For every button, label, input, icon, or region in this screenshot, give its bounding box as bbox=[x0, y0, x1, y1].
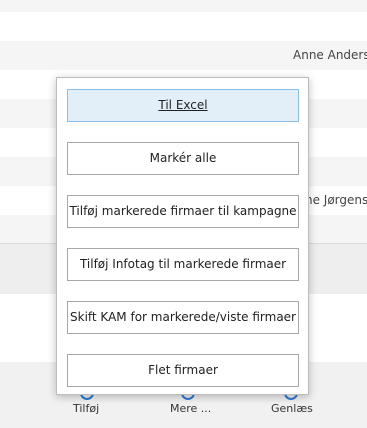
list-row[interactable] bbox=[0, 12, 367, 41]
actions-popup-menu: Til Excel Markér alle Tilføj markerede f… bbox=[56, 77, 309, 395]
toolbar-reload-button[interactable]: Genlæs bbox=[271, 402, 313, 415]
toolbar-more-button[interactable]: Mere ... bbox=[170, 402, 211, 415]
toolbar-add-button[interactable]: Tilføj bbox=[73, 402, 99, 415]
merge-companies-button[interactable]: Flet firmaer bbox=[67, 354, 299, 387]
add-selected-to-campaign-button[interactable]: Tilføj markerede firmaer til kampagne bbox=[67, 195, 299, 228]
add-infotag-button[interactable]: Tilføj Infotag til markerede firmaer bbox=[67, 248, 299, 281]
list-row[interactable] bbox=[0, 0, 367, 12]
row-contact-name: ne Jørgens bbox=[305, 193, 367, 207]
list-row[interactable]: Anne Anders bbox=[0, 41, 367, 70]
select-all-button[interactable]: Markér alle bbox=[67, 142, 299, 175]
export-to-excel-button[interactable]: Til Excel bbox=[67, 89, 299, 122]
row-contact-name: Anne Anders bbox=[293, 48, 367, 62]
change-kam-button[interactable]: Skift KAM for markerede/viste firmaer bbox=[67, 301, 299, 334]
